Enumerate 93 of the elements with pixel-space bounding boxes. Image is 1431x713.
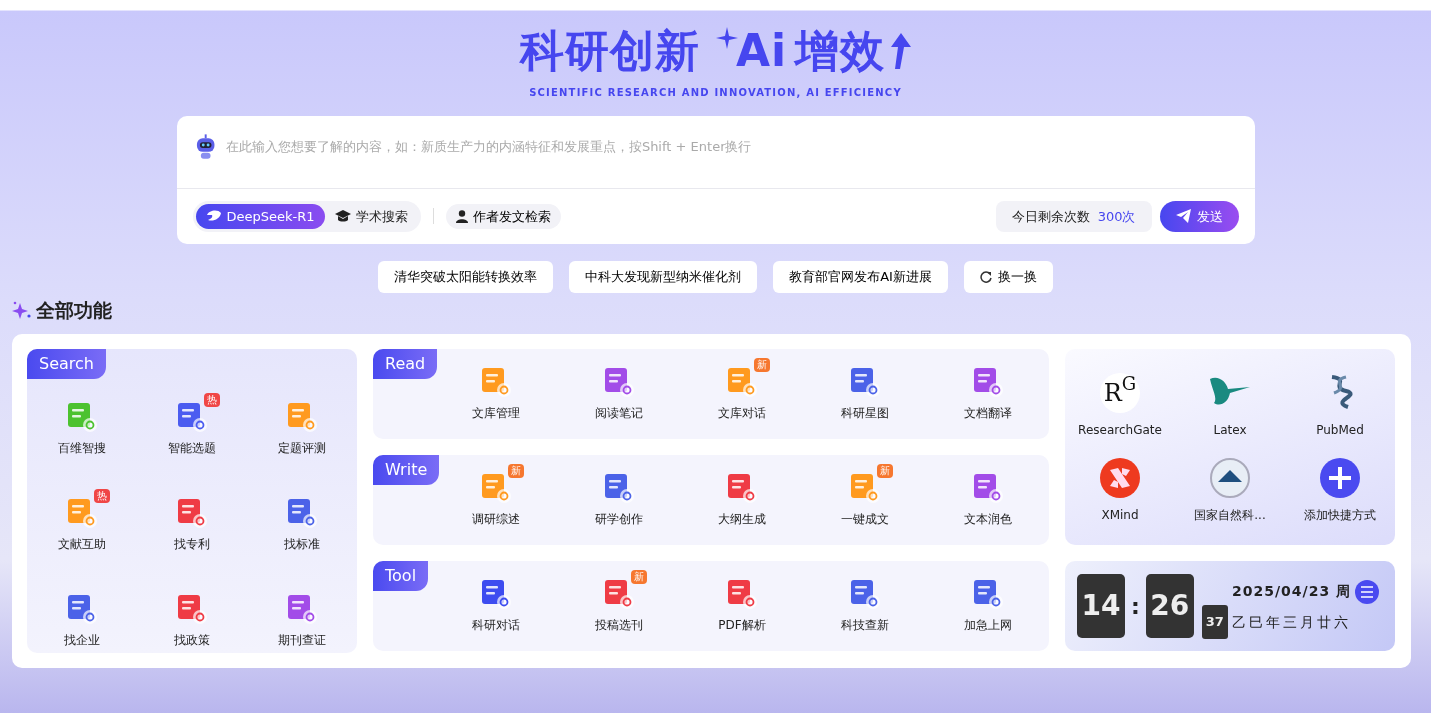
app-icon	[602, 366, 637, 399]
seal-logo	[1210, 458, 1250, 499]
researchgate-logo: R$^{G}$	[1100, 373, 1140, 414]
feature-link[interactable]: 科研星图	[840, 404, 889, 423]
app-icon	[602, 472, 637, 505]
person-icon	[455, 209, 468, 223]
app-icon	[175, 497, 209, 530]
app-icon	[175, 593, 209, 626]
hero-title: Ai	[735, 26, 788, 77]
app-icon	[285, 401, 319, 434]
author-search-button[interactable]: 作者发文检索	[445, 203, 561, 230]
feature-link[interactable]: 定题评测	[278, 439, 326, 458]
robot-icon	[194, 133, 216, 160]
hero-title: 科研创新	[519, 26, 700, 77]
group-tag: Tool	[373, 561, 429, 592]
feature-link[interactable]: 找专利	[174, 535, 210, 554]
xmind-logo	[1100, 458, 1140, 499]
graduation-cap-icon	[334, 209, 351, 224]
badge: 新	[754, 358, 770, 373]
suggestion-chip[interactable]: 教育部官网发布AI新进展	[773, 261, 948, 293]
app-icon	[285, 593, 319, 626]
badge: 新	[631, 570, 648, 585]
badge: 新	[508, 464, 525, 479]
sparkle-icon	[12, 300, 32, 319]
whale-icon	[205, 209, 222, 224]
feature-link[interactable]: 找标准	[284, 535, 320, 554]
badge: 新	[876, 464, 893, 479]
app-icon	[65, 401, 99, 434]
suggestion-chip[interactable]: 中科大发现新型纳米催化剂	[569, 261, 758, 293]
clock-minutes: 26	[1145, 574, 1194, 639]
app-icon	[725, 578, 759, 611]
app-icon	[175, 401, 209, 434]
group-tag: Search	[27, 349, 106, 380]
feature-link[interactable]: 找企业	[64, 631, 100, 650]
feature-link[interactable]: 文库管理	[472, 404, 521, 423]
app-icon	[285, 497, 319, 530]
feature-link[interactable]: 找政策	[174, 631, 210, 650]
feature-link[interactable]: PDF解析	[718, 616, 766, 635]
feature-link[interactable]: 投稿选刊	[595, 616, 644, 635]
feature-link[interactable]: 文库对话	[718, 404, 766, 423]
feature-link[interactable]: 科研对话	[472, 616, 521, 635]
arrow-up-icon	[891, 32, 912, 69]
feature-link[interactable]: 阅读笔记	[595, 404, 644, 423]
hero-subtitle: SCIENTIFIC RESEARCH AND INNOVATION, AI EFFICIENCY	[529, 85, 902, 100]
feature-link[interactable]: 智能选题	[168, 439, 216, 458]
badge: 热	[204, 393, 220, 408]
clock-seconds: 37	[1201, 605, 1228, 640]
suggestion-chip[interactable]: 换一换	[963, 261, 1053, 293]
app-icon	[725, 366, 759, 399]
app-icon	[65, 497, 99, 530]
quota-value: 300次	[1097, 207, 1136, 226]
feature-link[interactable]: 科技查新	[840, 616, 889, 635]
section-title: 全部功能	[36, 297, 112, 323]
menu-icon	[1360, 585, 1374, 598]
feature-link[interactable]: 调研综述	[472, 510, 521, 529]
shortcut-link[interactable]: 国家自然科...	[1194, 506, 1266, 525]
feature-link[interactable]: 研学创作	[595, 510, 644, 529]
feature-link[interactable]: 文献互助	[58, 535, 106, 554]
suggestion-chip[interactable]: 清华突破太阳能转换效率	[378, 261, 554, 293]
shortcut-link[interactable]: ResearchGate	[1078, 421, 1162, 440]
clock-date: 2025/04/23 周	[1231, 582, 1351, 602]
badge: 热	[94, 489, 110, 504]
clock-separator: :	[1131, 592, 1140, 621]
mode-tab[interactable]: 学术搜索	[324, 203, 418, 230]
hero-title: 增效	[795, 26, 886, 77]
feature-link[interactable]: 百维智搜	[58, 439, 106, 458]
lunar-date: 乙巳年三月廿六	[1231, 612, 1352, 632]
group-tag: Write	[373, 455, 440, 486]
feature-link[interactable]: 期刊查证	[278, 631, 326, 650]
app-icon	[725, 472, 759, 505]
feature-link[interactable]: 大纲生成	[718, 510, 766, 529]
shortcut-link[interactable]: Latex	[1213, 421, 1247, 440]
shortcut-link[interactable]: PubMed	[1316, 421, 1364, 440]
refresh-icon	[979, 270, 992, 283]
feature-link[interactable]: 一键成文	[840, 510, 889, 529]
clock-hours: 14	[1077, 574, 1125, 639]
feature-link[interactable]: 文本润色	[963, 510, 1012, 529]
send-button[interactable]: 发送	[1159, 200, 1239, 233]
sparkle-icon	[715, 26, 738, 49]
mode-tab[interactable]: DeepSeek-R1	[195, 203, 325, 230]
menu-button[interactable]	[1355, 579, 1379, 604]
paper-plane-icon	[1175, 209, 1191, 224]
quota-label: 今日剩余次数	[1011, 207, 1090, 226]
app-icon	[65, 593, 99, 626]
search-field[interactable]: 在此输入您想要了解的内容，如：新质生产力的内涵特征和发展重点，按Shift + Enter换行	[223, 135, 1237, 158]
app-icon	[479, 578, 514, 611]
group-tag: Read	[373, 349, 438, 380]
shortcut-link[interactable]: XMind	[1101, 506, 1139, 525]
app-icon	[479, 366, 514, 399]
shortcut-link[interactable]: 添加快捷方式	[1304, 506, 1376, 525]
feature-link[interactable]: 加急上网	[963, 616, 1012, 635]
feature-link[interactable]: 文档翻译	[963, 404, 1012, 423]
add-icon	[1320, 458, 1360, 499]
